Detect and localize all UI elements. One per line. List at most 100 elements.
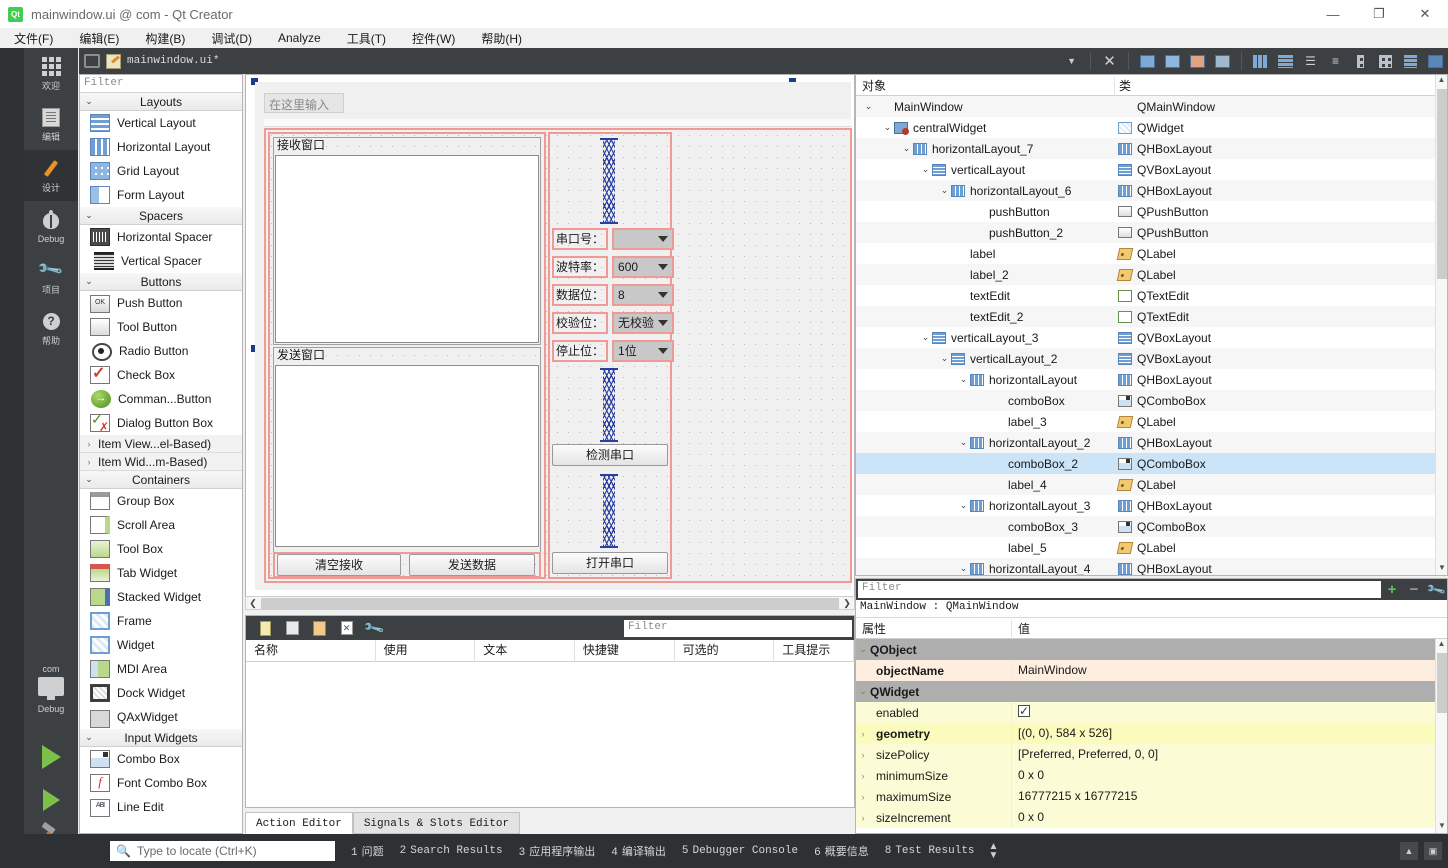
- object-row-label_4[interactable]: label_4 QLabel: [856, 474, 1447, 495]
- property-row-sizeIncrement[interactable]: › sizeIncrement 0 x 0: [856, 807, 1447, 828]
- property-value-cell[interactable]: 16777215 x 16777215: [1011, 786, 1447, 807]
- property-editor-filter[interactable]: Filter: [858, 581, 1381, 598]
- add-property-button[interactable]: +: [1381, 581, 1403, 598]
- edit-signals-slots-button[interactable]: [1160, 50, 1185, 72]
- chevron-right-icon[interactable]: ›: [856, 813, 870, 823]
- vertical-layout-right[interactable]: 串口号： 波特率： 600 数据位： 8 校验位： 无校验 停止位： 1位 检测…: [548, 132, 675, 579]
- chevron-right-icon[interactable]: ›: [856, 729, 870, 739]
- property-value-cell[interactable]: [1011, 701, 1447, 723]
- maximize-button[interactable]: ❐: [1356, 0, 1402, 28]
- widget-item-form-layout[interactable]: Form Layout: [80, 183, 242, 207]
- vertical-spacer-bottom[interactable]: [600, 474, 618, 548]
- menu-file[interactable]: 文件(F): [14, 30, 53, 47]
- output-pane-4[interactable]: 4 编译输出: [611, 843, 666, 859]
- edit-tab-order-button[interactable]: [1210, 50, 1235, 72]
- menu-help[interactable]: 帮助(H): [481, 30, 522, 47]
- object-row-comboBox_2[interactable]: comboBox_2 QComboBox: [856, 453, 1447, 474]
- parity-combo[interactable]: 无校验: [612, 312, 675, 334]
- widget-box-filter[interactable]: Filter: [80, 75, 242, 93]
- edit-buddies-button[interactable]: [1185, 50, 1210, 72]
- widget-item-dialog-button-box[interactable]: Dialog Button Box: [80, 411, 242, 435]
- object-row-horizontalLayout_3[interactable]: ⌄ horizontalLayout_3 QHBoxLayout: [856, 495, 1447, 516]
- action-column-header[interactable]: 可选的: [675, 639, 775, 662]
- property-row-enabled[interactable]: enabled: [856, 701, 1447, 723]
- output-pane-2[interactable]: 2 Search Results: [400, 845, 503, 857]
- widget-item-tool-box[interactable]: Tool Box: [80, 537, 242, 561]
- object-row-verticalLayout_3[interactable]: ⌄ verticalLayout_3 QVBoxLayout: [856, 327, 1447, 348]
- stop-bits-combo[interactable]: 1位: [612, 340, 675, 362]
- widget-item-scroll-area[interactable]: Scroll Area: [80, 513, 242, 537]
- close-button[interactable]: ✕: [1402, 0, 1448, 28]
- widget-item-combo-box[interactable]: Combo Box: [80, 747, 242, 771]
- chevron-down-icon[interactable]: ⌄: [856, 644, 870, 655]
- mode-welcome[interactable]: 欢迎: [24, 48, 78, 99]
- object-row-horizontalLayout_2[interactable]: ⌄ horizontalLayout_2 QHBoxLayout: [856, 432, 1447, 453]
- serial-port-row[interactable]: 串口号：: [552, 228, 675, 250]
- scroll-up-icon[interactable]: ▲: [1436, 639, 1447, 651]
- lock-icon[interactable]: [84, 54, 100, 68]
- layout-form-button[interactable]: [1348, 50, 1373, 72]
- widget-box-list[interactable]: ⌄ Layouts Vertical Layout Horizontal Layout…: [80, 93, 242, 833]
- layout-splitter-h-button[interactable]: ☰: [1298, 50, 1323, 72]
- menu-analyze[interactable]: Analyze: [278, 31, 321, 45]
- widget-item-vertical-layout[interactable]: Vertical Layout: [80, 111, 242, 135]
- central-widget-area[interactable]: 接收窗口 发送窗口 清空接收 发送数据 串口号： 波特率： 600 数据位： 8…: [264, 128, 852, 583]
- menu-tools[interactable]: 工具(T): [347, 30, 386, 47]
- object-row-label_2[interactable]: label_2 QLabel: [856, 264, 1447, 285]
- vertical-spacer-top[interactable]: [600, 138, 618, 224]
- tab-action-editor[interactable]: Action Editor: [245, 812, 353, 834]
- property-row-minimumSize[interactable]: › minimumSize 0 x 0: [856, 765, 1447, 786]
- object-row-textEdit[interactable]: textEdit QTextEdit: [856, 285, 1447, 306]
- widget-item-frame[interactable]: Frame: [80, 609, 242, 633]
- layout-horizontally-button[interactable]: [1248, 50, 1273, 72]
- widget-item-vertical-spacer[interactable]: Vertical Spacer: [80, 249, 242, 273]
- chevron-down-icon[interactable]: ⌄: [957, 563, 970, 574]
- widget-category-Item View...el-Based)[interactable]: › Item View...el-Based): [80, 435, 242, 453]
- widget-item-tab-widget[interactable]: Tab Widget: [80, 561, 242, 585]
- object-inspector-rows[interactable]: ⌄ MainWindow QMainWindow ⌄ centralWidget QWid…: [856, 96, 1447, 575]
- property-row-geometry[interactable]: › geometry [(0, 0), 584 x 526]: [856, 723, 1447, 744]
- scroll-right-icon[interactable]: ❯: [840, 598, 854, 609]
- chevron-down-icon[interactable]: ⌄: [957, 437, 970, 448]
- chevron-down-icon[interactable]: ⌄: [862, 101, 875, 112]
- edit-widgets-button[interactable]: [1135, 50, 1160, 72]
- widget-category-containers[interactable]: ⌄ Containers: [80, 471, 242, 489]
- action-column-header[interactable]: 文本: [475, 639, 575, 662]
- widget-category-buttons[interactable]: ⌄ Buttons: [80, 273, 242, 291]
- scroll-down-icon[interactable]: ▼: [1436, 563, 1447, 575]
- property-value-cell[interactable]: 0 x 0: [1011, 765, 1447, 786]
- output-pane-1[interactable]: 1 问题: [351, 843, 384, 859]
- object-row-MainWindow[interactable]: ⌄ MainWindow QMainWindow: [856, 96, 1447, 117]
- data-bits-row[interactable]: 数据位： 8: [552, 284, 675, 306]
- minimize-button[interactable]: —: [1310, 0, 1356, 28]
- object-row-label[interactable]: label QLabel: [856, 243, 1447, 264]
- chevron-down-icon[interactable]: ⌄: [919, 164, 932, 175]
- action-column-header[interactable]: 快捷键: [575, 639, 675, 662]
- vertical-layout-left[interactable]: 接收窗口 发送窗口 清空接收 发送数据: [268, 132, 546, 579]
- send-textedit[interactable]: [275, 365, 539, 547]
- layout-vertically-button[interactable]: [1273, 50, 1298, 72]
- send-data-button[interactable]: 发送数据: [409, 554, 535, 576]
- mode-debug[interactable]: Debug: [24, 201, 78, 252]
- vertical-spacer-middle[interactable]: [600, 368, 618, 442]
- main-window-form[interactable]: 在这里输入 接收窗口 发送窗口 清空接收 发送数据 串口号： 波特率： 600 …: [255, 82, 852, 590]
- layout-grid-button[interactable]: [1373, 50, 1398, 72]
- property-row-QObject[interactable]: ⌄ QObject: [856, 639, 1447, 660]
- widget-item-font-combo-box[interactable]: f Font Combo Box: [80, 771, 242, 795]
- action-column-header[interactable]: 使用: [376, 639, 476, 662]
- chevron-right-icon[interactable]: ›: [856, 792, 870, 802]
- form-menubar[interactable]: 在这里输入: [264, 93, 344, 113]
- widget-category-Item Wid...m-Based)[interactable]: › Item Wid...m-Based): [80, 453, 242, 471]
- object-row-textEdit_2[interactable]: textEdit_2 QTextEdit: [856, 306, 1447, 327]
- detect-serial-button[interactable]: 检测串口: [552, 444, 668, 466]
- object-row-horizontalLayout[interactable]: ⌄ horizontalLayout QHBoxLayout: [856, 369, 1447, 390]
- widget-item-horizontal-spacer[interactable]: Horizontal Spacer: [80, 225, 242, 249]
- menu-debug[interactable]: 调试(D): [211, 30, 252, 47]
- chevron-down-icon[interactable]: ⌄: [881, 122, 894, 133]
- parity-row[interactable]: 校验位： 无校验: [552, 312, 675, 334]
- object-row-horizontalLayout_6[interactable]: ⌄ horizontalLayout_6 QHBoxLayout: [856, 180, 1447, 201]
- property-editor-rows[interactable]: ⌄ QObject objectName MainWindow ⌄ QWidget enab…: [856, 639, 1447, 828]
- chevron-down-icon[interactable]: ⌄: [938, 185, 951, 196]
- widget-item-check-box[interactable]: Check Box: [80, 363, 242, 387]
- property-value-cell[interactable]: MainWindow: [1011, 660, 1447, 681]
